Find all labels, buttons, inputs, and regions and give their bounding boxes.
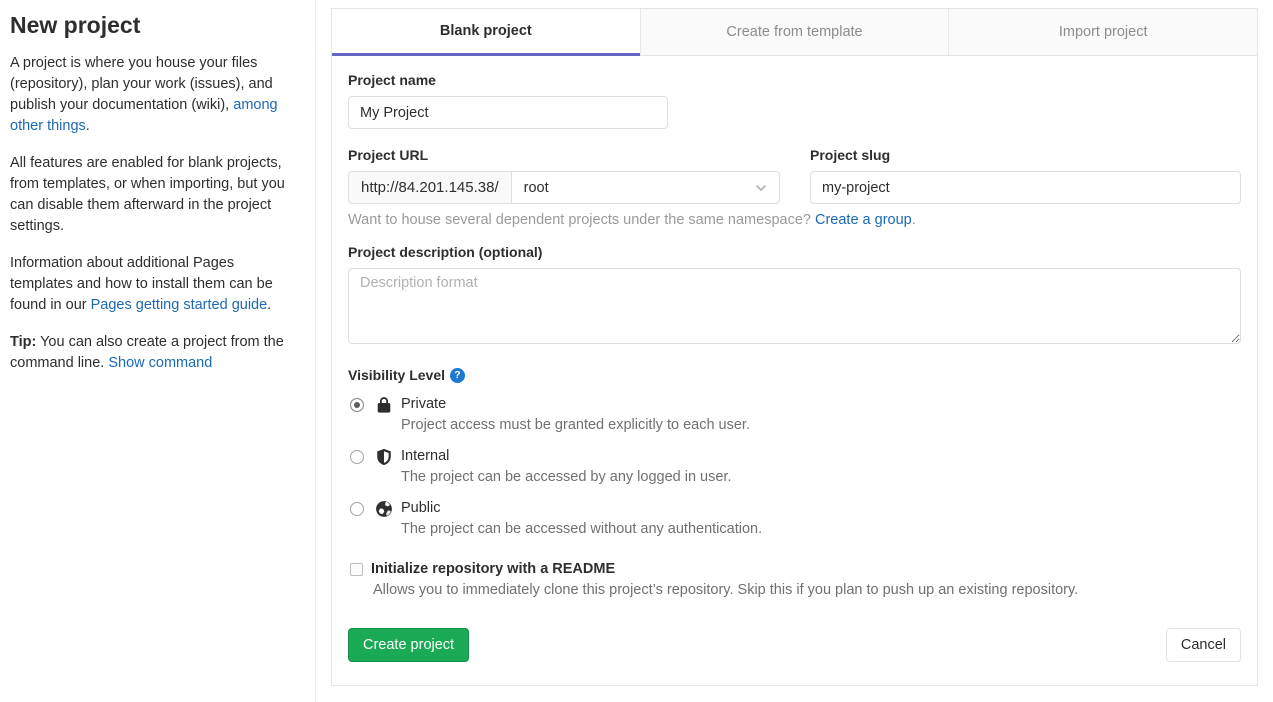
readme-label[interactable]: Initialize repository with a README xyxy=(371,561,615,577)
visibility-radio[interactable] xyxy=(350,502,364,516)
chevron-down-icon xyxy=(755,182,767,194)
description-label: Project description (optional) xyxy=(348,244,1241,260)
namespace-selected-value: root xyxy=(524,180,549,196)
namespace-help-text: Want to house several dependent projects… xyxy=(348,212,1241,228)
visibility-option-texts: Internal The project can be accessed by … xyxy=(401,447,731,487)
tab-bar: Blank project Create from template Impor… xyxy=(332,9,1257,56)
readme-desc: Allows you to immediately clone this pro… xyxy=(373,582,1241,598)
visibility-radio[interactable] xyxy=(350,450,364,464)
description-textarea[interactable] xyxy=(348,268,1241,344)
tab-create-from-template[interactable]: Create from template xyxy=(640,9,949,56)
intro-paragraph: A project is where you house your files … xyxy=(10,53,297,137)
visibility-option-desc: Project access must be granted explicitl… xyxy=(401,416,750,435)
page: New project A project is where you house… xyxy=(0,0,1273,702)
visibility-option-name[interactable]: Internal xyxy=(401,447,731,466)
visibility-option-texts: Private Project access must be granted e… xyxy=(401,395,750,435)
sidebar: New project A project is where you house… xyxy=(0,0,316,702)
globe-icon xyxy=(375,500,393,518)
visibility-option-name[interactable]: Private xyxy=(401,395,750,414)
form-footer: Create project Cancel xyxy=(348,628,1241,662)
visibility-block: Visibility Level ? Private Project acces… xyxy=(348,367,1241,539)
project-slug-group: Project slug xyxy=(810,147,1241,204)
visibility-option-internal: Internal The project can be accessed by … xyxy=(348,447,1241,487)
visibility-label: Visibility Level ? xyxy=(348,367,1241,383)
visibility-option-desc: The project can be accessed without any … xyxy=(401,520,762,539)
url-slug-row: Project URL http://84.201.145.38/ root P… xyxy=(348,147,1241,204)
intro-text-end: . xyxy=(86,118,90,134)
pages-paragraph: Information about additional Pages templ… xyxy=(10,253,297,316)
visibility-option-private: Private Project access must be granted e… xyxy=(348,395,1241,435)
visibility-radio[interactable] xyxy=(350,398,364,412)
visibility-option-public: Public The project can be accessed witho… xyxy=(348,499,1241,539)
tip-label: Tip: xyxy=(10,334,36,350)
visibility-option-desc: The project can be accessed by any logge… xyxy=(401,468,731,487)
namespace-help-post: . xyxy=(912,212,916,228)
url-prefix-addon: http://84.201.145.38/ xyxy=(348,171,511,204)
namespace-select[interactable]: root xyxy=(511,171,780,204)
shield-icon xyxy=(375,448,393,466)
page-title: New project xyxy=(10,12,297,39)
project-slug-label: Project slug xyxy=(810,147,1241,163)
lock-icon xyxy=(375,396,393,414)
readme-checkbox[interactable] xyxy=(350,563,363,576)
tip-paragraph: Tip: You can also create a project from … xyxy=(10,332,297,374)
create-group-link[interactable]: Create a group xyxy=(815,212,912,228)
readme-block: Initialize repository with a README Allo… xyxy=(348,561,1241,598)
visibility-option-texts: Public The project can be accessed witho… xyxy=(401,499,762,539)
project-name-input[interactable] xyxy=(348,96,668,129)
help-question-icon[interactable]: ? xyxy=(450,368,465,383)
blank-project-form: Project name Project URL http://84.201.1… xyxy=(332,56,1257,678)
project-slug-input[interactable] xyxy=(810,171,1241,204)
namespace-help-pre: Want to house several dependent projects… xyxy=(348,212,815,228)
project-url-input-group: http://84.201.145.38/ root xyxy=(348,171,780,204)
tab-blank-project[interactable]: Blank project xyxy=(332,9,640,56)
features-paragraph: All features are enabled for blank proje… xyxy=(10,153,297,237)
show-command-link[interactable]: Show command xyxy=(108,355,212,371)
project-url-label: Project URL xyxy=(348,147,780,163)
pages-text-end: . xyxy=(267,297,271,313)
cancel-button[interactable]: Cancel xyxy=(1166,628,1241,662)
readme-row: Initialize repository with a README xyxy=(348,561,1241,577)
new-project-panel: Blank project Create from template Impor… xyxy=(331,8,1258,686)
pages-guide-link[interactable]: Pages getting started guide xyxy=(91,297,268,313)
tab-import-project[interactable]: Import project xyxy=(948,9,1257,56)
description-block: Project description (optional) xyxy=(348,244,1241,349)
visibility-option-name[interactable]: Public xyxy=(401,499,762,518)
project-name-label: Project name xyxy=(348,72,1241,88)
visibility-label-text: Visibility Level xyxy=(348,367,445,383)
project-url-group: Project URL http://84.201.145.38/ root xyxy=(348,147,780,204)
create-project-button[interactable]: Create project xyxy=(348,628,469,662)
